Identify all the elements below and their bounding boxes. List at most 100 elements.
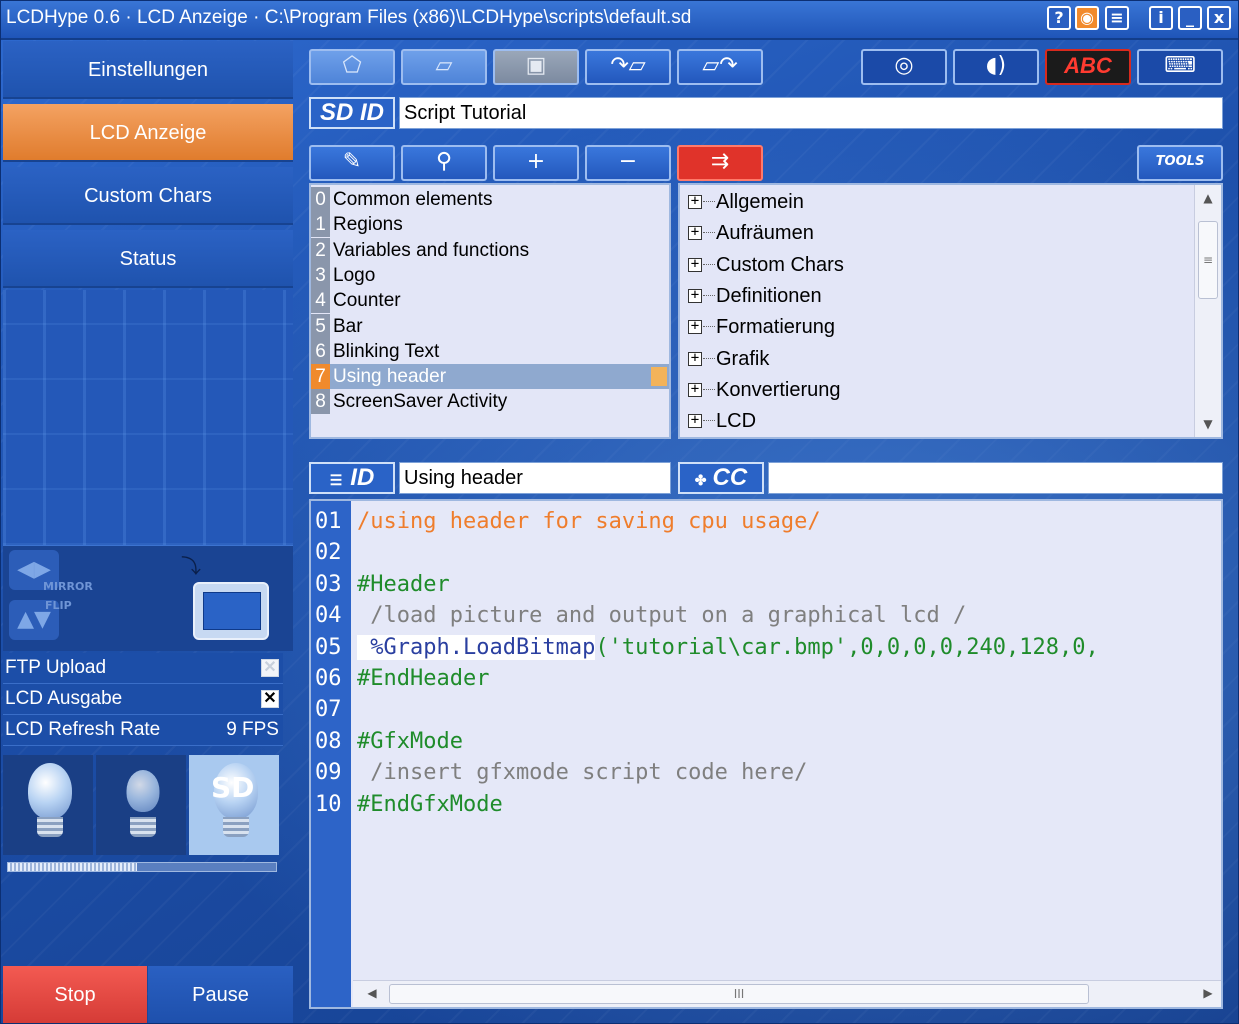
- scroll-down-icon[interactable]: ▼: [1200, 417, 1216, 431]
- expand-plus-icon[interactable]: +: [688, 382, 702, 397]
- save-disk-icon: ▣: [525, 53, 547, 78]
- code-function-name: %Graph.LoadBitmap: [357, 634, 596, 660]
- move-section-button[interactable]: ⇉: [677, 145, 763, 181]
- cd-icon: ◎: [894, 53, 914, 78]
- list-item[interactable]: 2 Variables and functions: [311, 237, 669, 263]
- lcd-output-row: LCD Ausgabe ✕: [3, 684, 283, 715]
- expand-plus-icon[interactable]: +: [688, 319, 702, 335]
- keyboard-icon: ⌨: [1164, 53, 1196, 78]
- remove-section-button[interactable]: −: [585, 145, 671, 181]
- scroll-up-icon[interactable]: ▲: [1200, 191, 1216, 205]
- list-item-label: Using header: [333, 366, 447, 388]
- cc-tag: ✤ CC: [678, 462, 764, 494]
- info-button[interactable]: i: [1149, 6, 1173, 30]
- section-id-field[interactable]: Using header: [399, 462, 671, 494]
- help-button[interactable]: ?: [1047, 6, 1071, 30]
- list-item[interactable]: 5 Bar: [311, 313, 669, 339]
- app-window: LCDHype 0.6 · LCD Anzeige · C:\Program F…: [0, 0, 1239, 1024]
- tree-vertical-scrollbar[interactable]: ▲ ≡ ▼: [1194, 185, 1221, 437]
- lcd-output-checkbox[interactable]: ✕: [261, 690, 279, 708]
- refresh-rate-label: LCD Refresh Rate: [5, 719, 161, 740]
- tree-node-label: Definitionen: [716, 284, 822, 307]
- import-arrow-icon: ↷▱: [610, 53, 646, 78]
- rotate-icon[interactable]: ⤵: [181, 550, 201, 579]
- keyboard-button[interactable]: ⌨: [1137, 49, 1223, 85]
- tree-scroll-thumb[interactable]: ≡: [1198, 221, 1218, 299]
- arrow-right-icon: ⇉: [710, 149, 730, 174]
- scroll-left-icon[interactable]: ◀: [365, 986, 379, 1000]
- tree-node-label: Konvertierung: [716, 378, 841, 401]
- editor-scroll-thumb[interactable]: III: [389, 984, 1089, 1004]
- bulb-mode-2[interactable]: [96, 755, 186, 855]
- export-button[interactable]: ▱↷: [677, 49, 763, 85]
- code-editor[interactable]: ◀ III ▶ 01/using header for saving cpu u…: [309, 499, 1223, 1009]
- new-script-button[interactable]: ⬠: [309, 49, 395, 85]
- list-item[interactable]: 6 Blinking Text: [311, 338, 669, 364]
- menu-button[interactable]: ≡: [1105, 6, 1129, 30]
- add-section-button[interactable]: +: [493, 145, 579, 181]
- lcd-output-label: LCD Ausgabe: [5, 688, 123, 709]
- abc-button[interactable]: ABC: [1045, 49, 1131, 85]
- editor-horizontal-scrollbar[interactable]: ◀ III ▶: [353, 980, 1221, 1007]
- section-list-icon: ☰: [329, 472, 343, 488]
- import-button[interactable]: ↷▱: [585, 49, 671, 85]
- expand-plus-icon[interactable]: +: [688, 288, 702, 303]
- export-arrow-icon: ▱↷: [702, 53, 738, 78]
- scroll-right-icon[interactable]: ▶: [1201, 986, 1215, 1000]
- bulb-mode-sd[interactable]: SD: [189, 755, 279, 855]
- tools-button[interactable]: TOOLS: [1137, 145, 1223, 181]
- nav-item-status[interactable]: Status: [3, 230, 293, 288]
- expand-plus-icon[interactable]: +: [688, 351, 702, 366]
- cpu-progress-bar: [7, 862, 277, 872]
- nav-item-einstellungen[interactable]: Einstellungen: [3, 41, 293, 99]
- tree-connector: [703, 357, 715, 359]
- bulb-mode-1[interactable]: [3, 755, 93, 855]
- search-button[interactable]: ⚲: [401, 145, 487, 181]
- cc-field[interactable]: [768, 462, 1223, 494]
- plugin-button[interactable]: ◎: [861, 49, 947, 85]
- edit-sections-button[interactable]: ✎: [309, 145, 395, 181]
- nav-item-lcd-anzeige[interactable]: LCD Anzeige: [3, 104, 293, 162]
- lcd-preview-icon[interactable]: [193, 582, 269, 640]
- refresh-rate-row: LCD Refresh Rate 9 FPS: [3, 715, 283, 746]
- mute-button[interactable]: ◖): [953, 49, 1039, 85]
- tree-node-label: Custom Chars: [716, 253, 844, 276]
- list-item-label: Bar: [333, 315, 363, 337]
- list-item[interactable]: 1 Regions: [311, 212, 669, 238]
- refresh-rate-value: 9 FPS: [226, 719, 279, 740]
- list-item-label: Variables and functions: [333, 239, 530, 261]
- script-name-field[interactable]: Script Tutorial: [399, 97, 1223, 129]
- nav-item-custom-chars[interactable]: Custom Chars: [3, 167, 293, 225]
- list-item-label: Counter: [333, 290, 401, 312]
- tree-connector: [703, 388, 715, 390]
- cc-tag-text: CC: [712, 464, 748, 491]
- list-item[interactable]: 4 Counter: [311, 288, 669, 314]
- expand-plus-icon[interactable]: +: [688, 413, 702, 429]
- minimize-button[interactable]: _: [1178, 6, 1202, 30]
- close-button[interactable]: x: [1207, 6, 1231, 30]
- search-icon: ⚲: [435, 149, 453, 174]
- stop-button[interactable]: Stop: [3, 966, 147, 1024]
- code-text: #EndHeader: [357, 666, 490, 691]
- record-button[interactable]: ◉: [1075, 6, 1099, 30]
- tree-connector: [703, 201, 715, 202]
- list-item-number: 2: [311, 237, 330, 263]
- line-number: 10: [315, 791, 342, 817]
- ftp-upload-checkbox[interactable]: ✕: [261, 659, 279, 677]
- pause-button[interactable]: Pause: [148, 966, 293, 1024]
- list-item[interactable]: 3 Logo: [311, 262, 669, 288]
- list-item[interactable]: 7 Using header: [311, 364, 669, 390]
- open-script-button[interactable]: ▱: [401, 49, 487, 85]
- expand-plus-icon[interactable]: +: [688, 194, 702, 209]
- pencil-icon: ✎: [342, 149, 362, 174]
- expand-plus-icon[interactable]: +: [688, 225, 702, 241]
- new-file-icon: ⬠: [342, 53, 362, 78]
- code-text: /using header for saving cpu usage/: [357, 509, 821, 534]
- code-text: /load picture and output on a graphical …: [357, 603, 967, 629]
- list-item[interactable]: 8 ScreenSaver Activity: [311, 389, 669, 415]
- tree-connector: [703, 294, 715, 296]
- expand-plus-icon[interactable]: +: [688, 257, 702, 272]
- list-item[interactable]: 0 Common elements: [311, 187, 669, 212]
- save-script-button[interactable]: ▣: [493, 49, 579, 85]
- progress-fill: [8, 863, 137, 871]
